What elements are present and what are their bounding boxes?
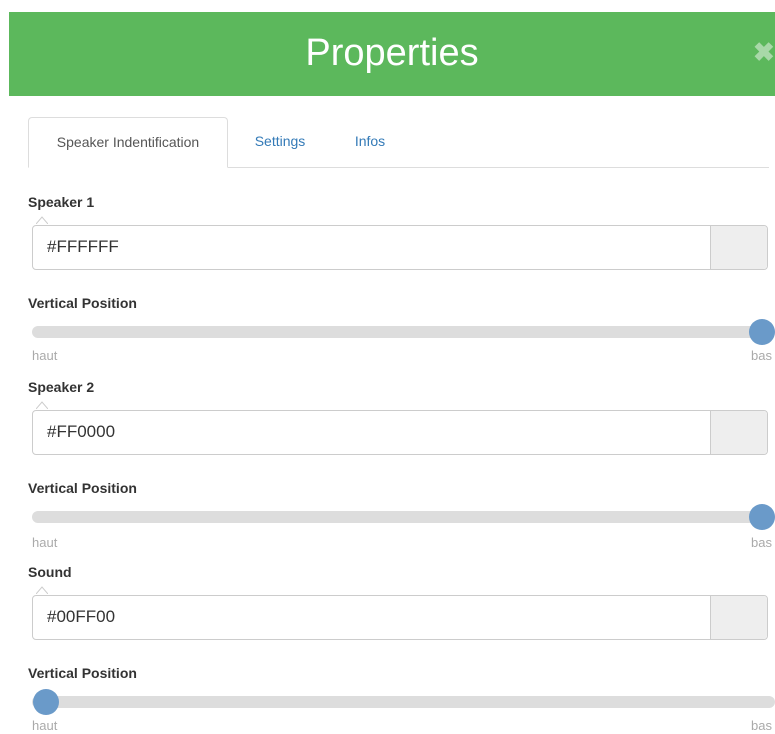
slider-min-label: haut — [32, 718, 58, 733]
slider-min-label: haut — [32, 348, 58, 363]
slider-min-label: haut — [32, 535, 58, 550]
color-hex-input[interactable] — [33, 596, 707, 637]
color-hex-input[interactable] — [33, 411, 707, 452]
color-swatch-button[interactable] — [710, 411, 767, 454]
caret-up-icon — [36, 401, 48, 409]
color-swatch-button[interactable] — [710, 226, 767, 269]
tab-infos[interactable]: Infos — [338, 117, 402, 166]
close-icon[interactable]: ✖ — [753, 39, 775, 65]
dialog-header: Properties ✖ — [9, 12, 775, 96]
properties-dialog: Properties ✖ Speaker Indentification Set… — [0, 0, 775, 734]
color-input-group — [32, 225, 768, 270]
slider-max-label: bas — [751, 535, 772, 550]
vertical-position-label: Vertical Position — [28, 295, 137, 311]
tab-label: Settings — [254, 133, 306, 149]
vertical-position-slider[interactable] — [32, 696, 775, 708]
color-input-group — [32, 410, 768, 455]
color-hex-input[interactable] — [33, 226, 707, 267]
slider-handle[interactable] — [749, 504, 775, 530]
tab-bar: Speaker Indentification Settings Infos — [28, 117, 769, 168]
vertical-position-slider[interactable] — [32, 511, 775, 523]
slider-max-label: bas — [751, 348, 772, 363]
dialog-title: Properties — [305, 32, 479, 74]
vertical-position-label: Vertical Position — [28, 665, 137, 681]
caret-up-icon — [36, 216, 48, 224]
tab-speaker-identification[interactable]: Speaker Indentification — [28, 117, 228, 168]
vertical-position-slider[interactable] — [32, 326, 775, 338]
section-label: Speaker 2 — [28, 379, 95, 395]
caret-up-icon — [36, 586, 48, 594]
slider-handle[interactable] — [749, 319, 775, 345]
slider-max-label: bas — [751, 718, 772, 733]
vertical-position-label: Vertical Position — [28, 480, 137, 496]
tab-label: Speaker Indentification — [56, 134, 200, 150]
section-label: Speaker 1 — [28, 194, 95, 210]
tab-label: Infos — [354, 133, 386, 149]
color-input-group — [32, 595, 768, 640]
tab-settings[interactable]: Settings — [240, 117, 320, 166]
section-label: Sound — [28, 564, 72, 580]
slider-handle[interactable] — [33, 689, 59, 715]
color-swatch-button[interactable] — [710, 596, 767, 639]
